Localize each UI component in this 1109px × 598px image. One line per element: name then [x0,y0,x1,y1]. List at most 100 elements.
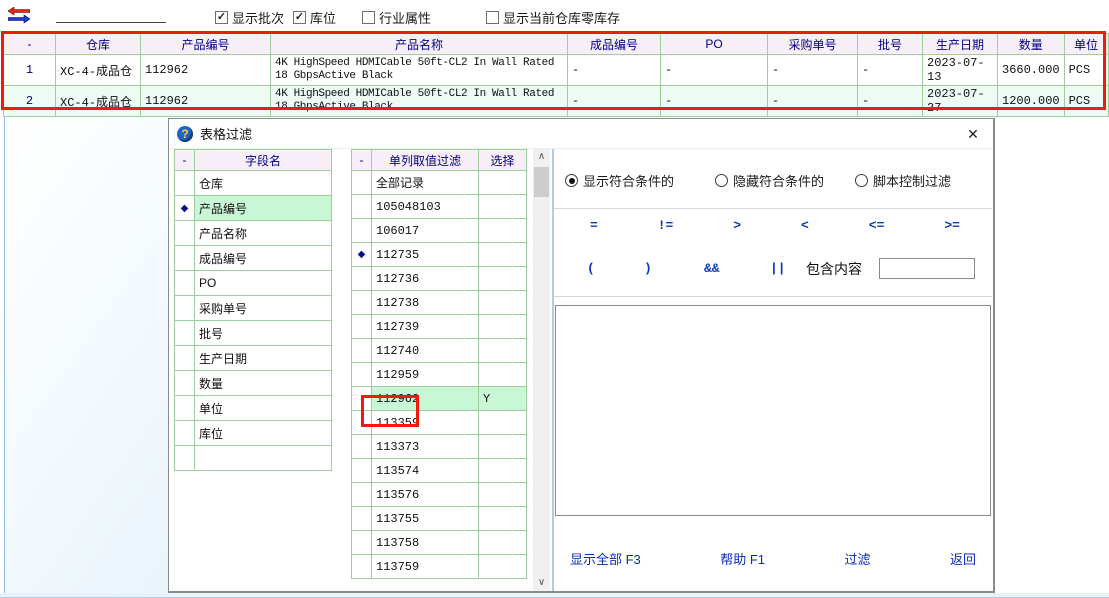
field-name-cell: 数量 [195,371,332,396]
value-select-header: 选择 [479,150,527,171]
value-row[interactable]: 112736 [352,267,527,291]
action-button[interactable]: 返回 [950,549,976,568]
value-cell: 112738 [372,291,479,315]
value-marker-cell [352,459,372,483]
field-row[interactable]: 产品名称 [175,221,332,246]
field-marker-cell: ◆ [175,196,195,221]
value-marker-cell [352,195,372,219]
radio-label: 显示符合条件的 [583,171,674,190]
value-row[interactable]: 113574 [352,459,527,483]
field-name-cell: 库位 [195,421,332,446]
action-button[interactable]: 显示全部 F3 [570,549,641,568]
value-marker-cell [352,531,372,555]
search-input[interactable] [56,5,166,23]
value-row[interactable]: 113759 [352,555,527,579]
field-row[interactable]: PO [175,271,332,296]
field-row[interactable]: 批号 [175,321,332,346]
value-cell: 112735 [372,243,479,267]
annotation-table-highlight [1,31,1106,110]
value-row[interactable]: 全部记录 [352,171,527,195]
value-select-cell [479,315,527,339]
value-cell: 112739 [372,315,479,339]
value-list-viewport: -单列取值过滤选择全部记录105048103106017◆11273511273… [351,149,528,591]
action-button[interactable]: 帮助 F1 [720,549,765,568]
field-row[interactable]: 库位 [175,421,332,446]
value-row[interactable]: 106017 [352,219,527,243]
filter-mode-radio[interactable]: 隐藏符合条件的 [715,171,824,190]
value-marker-cell [352,291,372,315]
field-marker-cell [175,221,195,246]
contains-input[interactable] [879,258,975,279]
value-row[interactable]: 112739 [352,315,527,339]
value-cell: 113758 [372,531,479,555]
value-select-cell [479,363,527,387]
annotation-value-highlight [361,395,419,427]
operator-button[interactable]: && [704,261,720,276]
value-row[interactable]: 105048103 [352,195,527,219]
field-marker-cell [175,296,195,321]
value-marker-cell [352,483,372,507]
value-cell: 113373 [372,435,479,459]
field-marker-cell [175,246,195,271]
field-row[interactable]: 数量 [175,371,332,396]
operator-button[interactable]: = [590,218,598,233]
field-name-cell: 产品编号 [195,196,332,221]
field-row[interactable] [175,446,332,471]
toolbar-checkbox[interactable]: 行业属性 [362,8,431,27]
radio-icon [565,174,578,187]
close-icon[interactable]: ✕ [963,124,983,144]
value-row[interactable]: 112959 [352,363,527,387]
field-row[interactable]: 成品编号 [175,246,332,271]
scroll-down-icon[interactable]: ∨ [533,575,550,591]
field-row[interactable]: ◆产品编号 [175,196,332,221]
value-select-cell [479,459,527,483]
field-name-cell: 采购单号 [195,296,332,321]
filter-mode-radio[interactable]: 脚本控制过滤 [855,171,951,190]
value-row[interactable]: 112740 [352,339,527,363]
filter-mode-radio[interactable]: 显示符合条件的 [565,171,674,190]
radio-dot [569,178,575,184]
value-select-cell [479,507,527,531]
dialog-titlebar[interactable]: ? 表格过滤 ✕ [169,119,993,149]
toolbar-checkbox[interactable]: 显示当前仓库零库存 [486,8,620,27]
field-row[interactable]: 单位 [175,396,332,421]
checkbox-label: 显示当前仓库零库存 [503,8,620,27]
value-row[interactable]: 113373 [352,435,527,459]
condition-expression-box[interactable] [555,305,991,516]
value-row[interactable]: 113576 [352,483,527,507]
operator-button[interactable]: || [770,261,786,276]
contains-label: 包含内容 [806,259,862,279]
field-row[interactable]: 仓库 [175,171,332,196]
operator-button[interactable]: <= [869,218,885,233]
toolbar-checkbox[interactable]: ✓库位 [293,8,336,27]
operator-button[interactable]: ( [587,261,595,276]
radio-label: 脚本控制过滤 [873,171,951,190]
operator-button[interactable]: < [801,218,809,233]
value-row[interactable]: 113755 [352,507,527,531]
value-select-cell [479,435,527,459]
field-row[interactable]: 生产日期 [175,346,332,371]
value-row[interactable]: ◆112735 [352,243,527,267]
field-name-cell [195,446,332,471]
field-name-cell: 生产日期 [195,346,332,371]
value-list-scrollbar[interactable]: ∧ ∨ [533,149,550,591]
field-row[interactable]: 采购单号 [175,296,332,321]
scroll-up-icon[interactable]: ∧ [533,149,550,165]
swap-icon[interactable] [8,7,30,24]
value-select-cell [479,267,527,291]
scrollbar-thumb[interactable] [534,167,549,197]
action-button[interactable]: 过滤 [845,549,871,568]
filter-condition-panel: 显示符合条件的 隐藏符合条件的 脚本控制过滤 = != > < <= >= 包含内容 () &&… [554,149,992,591]
value-row[interactable]: 112738 [352,291,527,315]
value-select-cell [479,171,527,195]
toolbar-checkbox[interactable]: ✓显示批次 [215,8,284,27]
operator-button[interactable]: > [733,218,741,233]
operator-button[interactable]: ) [644,261,652,276]
operator-button[interactable]: != [658,218,674,233]
value-marker-cell [352,315,372,339]
field-name-cell: 仓库 [195,171,332,196]
value-row[interactable]: 113758 [352,531,527,555]
operator-button[interactable]: >= [944,218,960,233]
value-select-cell [479,411,527,435]
checkbox-label: 库位 [310,8,336,27]
